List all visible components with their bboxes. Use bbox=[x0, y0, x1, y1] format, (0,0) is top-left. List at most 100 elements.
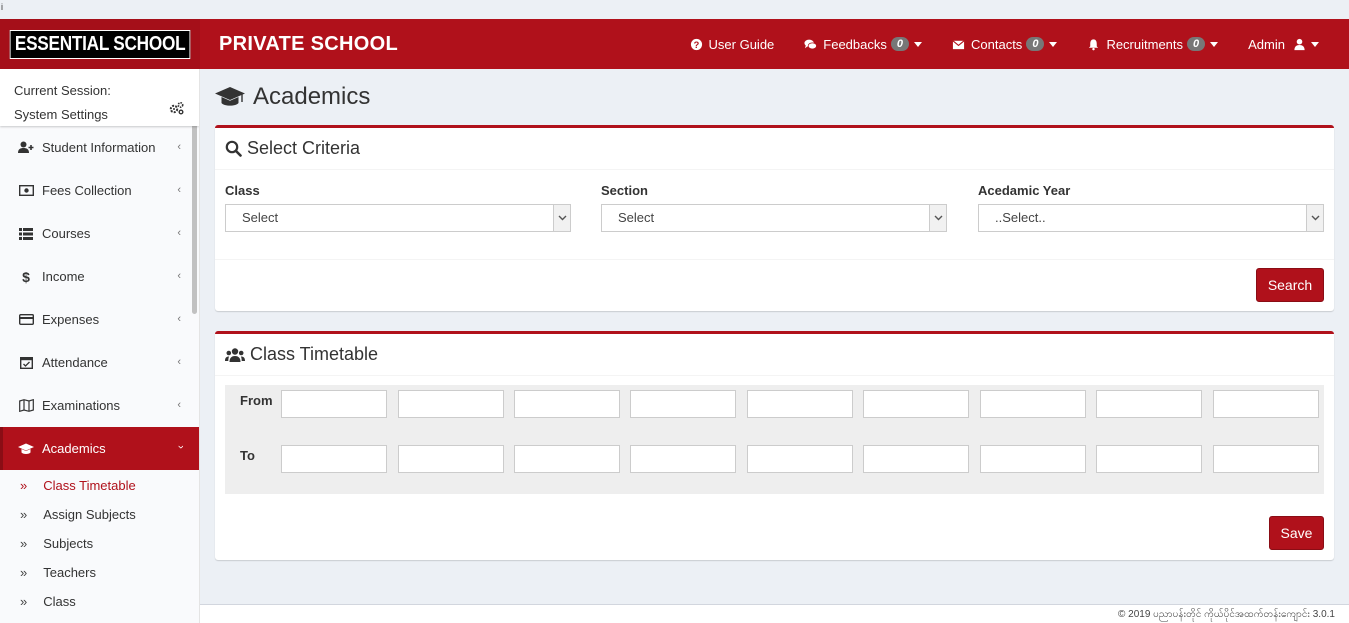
select-criteria-panel: Select Criteria Class Select Section Sel… bbox=[215, 125, 1334, 311]
logo-area[interactable]: ESSENTIAL SCHOOL bbox=[0, 19, 200, 69]
submenu-item-subjects[interactable]: » Subjects bbox=[0, 529, 199, 558]
feedbacks-label: Feedbacks bbox=[823, 36, 887, 52]
caret-down-icon bbox=[1049, 41, 1058, 47]
search-button[interactable]: Search bbox=[1256, 268, 1324, 302]
recruitments-menu[interactable]: Recruitments 0 bbox=[1072, 19, 1233, 69]
sidebar-item-label: Attendance bbox=[42, 355, 108, 370]
submenu-item-label: Class bbox=[43, 594, 76, 609]
submenu-item-class[interactable]: » Class bbox=[0, 587, 199, 616]
system-settings-link[interactable]: System Settings bbox=[14, 103, 185, 127]
select-criteria-title: Select Criteria bbox=[247, 138, 361, 158]
class-select[interactable]: Select bbox=[225, 204, 571, 232]
academics-submenu: » Class Timetable » Assign Subjects » Su… bbox=[0, 470, 199, 616]
double-chevron-right-icon: » bbox=[20, 594, 28, 609]
feedbacks-menu[interactable]: Feedbacks 0 bbox=[789, 19, 937, 69]
dollar-icon: $ bbox=[22, 268, 30, 285]
admin-menu[interactable]: Admin bbox=[1233, 19, 1349, 69]
section-label: Section bbox=[601, 183, 648, 198]
from-time-input[interactable] bbox=[747, 390, 853, 418]
calendar-check-icon bbox=[18, 356, 34, 370]
submenu-item-class-timetable[interactable]: » Class Timetable bbox=[0, 471, 199, 500]
sidebar-item-label: Examinations bbox=[42, 398, 121, 413]
corner-mark: i bbox=[1, 2, 3, 12]
envelope-icon bbox=[952, 39, 965, 49]
double-chevron-right-icon: » bbox=[20, 478, 28, 493]
current-session-label: Current Session: bbox=[14, 83, 111, 98]
graduation-cap-icon bbox=[18, 442, 34, 456]
from-time-input[interactable] bbox=[1096, 390, 1202, 418]
academic-year-select-value: ..Select.. bbox=[995, 210, 1046, 225]
caret-down-icon bbox=[914, 41, 922, 47]
to-time-input[interactable] bbox=[747, 445, 853, 473]
bell-icon bbox=[1089, 38, 1099, 50]
to-time-input[interactable] bbox=[398, 445, 504, 473]
chevron-left-icon: ‹ bbox=[177, 399, 181, 411]
submenu-item-teachers[interactable]: » Teachers bbox=[0, 558, 199, 587]
sidebar-item-student-information[interactable]: Student Information ‹ bbox=[0, 126, 199, 169]
caret-down-icon bbox=[1210, 41, 1219, 47]
select-criteria-header: Select Criteria bbox=[215, 128, 1334, 170]
class-field: Class Select bbox=[225, 183, 571, 232]
caret-down-icon bbox=[1311, 41, 1319, 47]
academic-year-select[interactable]: ..Select.. bbox=[978, 204, 1324, 232]
cogs-icon[interactable] bbox=[169, 101, 185, 115]
chevron-left-icon: ‹ bbox=[177, 356, 181, 368]
double-chevron-right-icon: » bbox=[20, 565, 28, 580]
search-icon bbox=[225, 140, 242, 157]
to-time-input[interactable] bbox=[281, 445, 387, 473]
chevron-left-icon: ‹ bbox=[177, 184, 181, 196]
sidebar-item-academics[interactable]: Academics ‹ bbox=[0, 427, 199, 470]
admin-label: Admin bbox=[1248, 36, 1285, 52]
recruitments-count-badge: 0 bbox=[1187, 37, 1206, 51]
section-select[interactable]: Select bbox=[601, 204, 947, 232]
user-guide-link[interactable]: ? User Guide bbox=[675, 19, 790, 69]
to-time-input[interactable] bbox=[863, 445, 969, 473]
submenu-item-label: Subjects bbox=[43, 536, 94, 551]
footer: © 2019 ပညာပန်းတိုင် ကိုယ်ပိုင်အထက်တန်းကျ… bbox=[200, 604, 1349, 623]
feedbacks-count-badge: 0 bbox=[890, 37, 909, 51]
submenu-item-assign-subjects[interactable]: » Assign Subjects bbox=[0, 500, 199, 529]
sidebar-item-courses[interactable]: Courses ‹ bbox=[0, 212, 199, 255]
page-title-text: Academics bbox=[253, 83, 371, 110]
to-time-input[interactable] bbox=[1213, 445, 1319, 473]
from-time-input[interactable] bbox=[398, 390, 504, 418]
to-time-input[interactable] bbox=[980, 445, 1086, 473]
chevron-left-icon: ‹ bbox=[177, 227, 181, 239]
from-time-input[interactable] bbox=[1213, 390, 1319, 418]
chevron-left-icon: ‹ bbox=[177, 313, 181, 325]
save-button[interactable]: Save bbox=[1269, 516, 1324, 550]
contacts-count-badge: 0 bbox=[1026, 37, 1045, 51]
class-timetable-title: Class Timetable bbox=[250, 344, 379, 364]
timetable-grid: From To bbox=[225, 385, 1324, 494]
from-time-input[interactable] bbox=[863, 390, 969, 418]
sidebar-item-label: Fees Collection bbox=[42, 183, 132, 198]
svg-text:?: ? bbox=[693, 39, 699, 49]
submenu-item-label: Assign Subjects bbox=[43, 507, 136, 522]
to-time-input[interactable] bbox=[630, 445, 736, 473]
sidebar-item-attendance[interactable]: Attendance ‹ bbox=[0, 341, 199, 384]
to-time-input[interactable] bbox=[1096, 445, 1202, 473]
divider bbox=[215, 259, 1334, 260]
brand-title: PRIVATE SCHOOL bbox=[219, 33, 399, 55]
sidebar-item-income[interactable]: $ Income ‹ bbox=[0, 255, 199, 298]
sidebar-item-fees-collection[interactable]: Fees Collection ‹ bbox=[0, 169, 199, 212]
to-time-input[interactable] bbox=[514, 445, 620, 473]
users-icon bbox=[225, 347, 245, 362]
sidebar-item-examinations[interactable]: Examinations ‹ bbox=[0, 384, 199, 427]
top-navbar: ESSENTIAL SCHOOL PRIVATE SCHOOL ? User G… bbox=[0, 19, 1349, 69]
from-time-input[interactable] bbox=[630, 390, 736, 418]
question-circle-icon: ? bbox=[690, 38, 702, 50]
map-icon bbox=[18, 399, 34, 413]
chevron-down-icon bbox=[929, 205, 946, 231]
submenu-item-label: Class Timetable bbox=[43, 478, 136, 493]
from-time-input[interactable] bbox=[514, 390, 620, 418]
chevron-left-icon: ‹ bbox=[177, 270, 181, 282]
from-time-input[interactable] bbox=[281, 390, 387, 418]
sidebar-item-expenses[interactable]: Expenses ‹ bbox=[0, 298, 199, 341]
from-time-input[interactable] bbox=[980, 390, 1086, 418]
contacts-label: Contacts bbox=[971, 36, 1023, 52]
page-title: Academics bbox=[215, 83, 370, 111]
sidebar-item-label: Courses bbox=[42, 226, 91, 241]
double-chevron-right-icon: » bbox=[20, 507, 28, 522]
contacts-menu[interactable]: Contacts 0 bbox=[937, 19, 1072, 69]
